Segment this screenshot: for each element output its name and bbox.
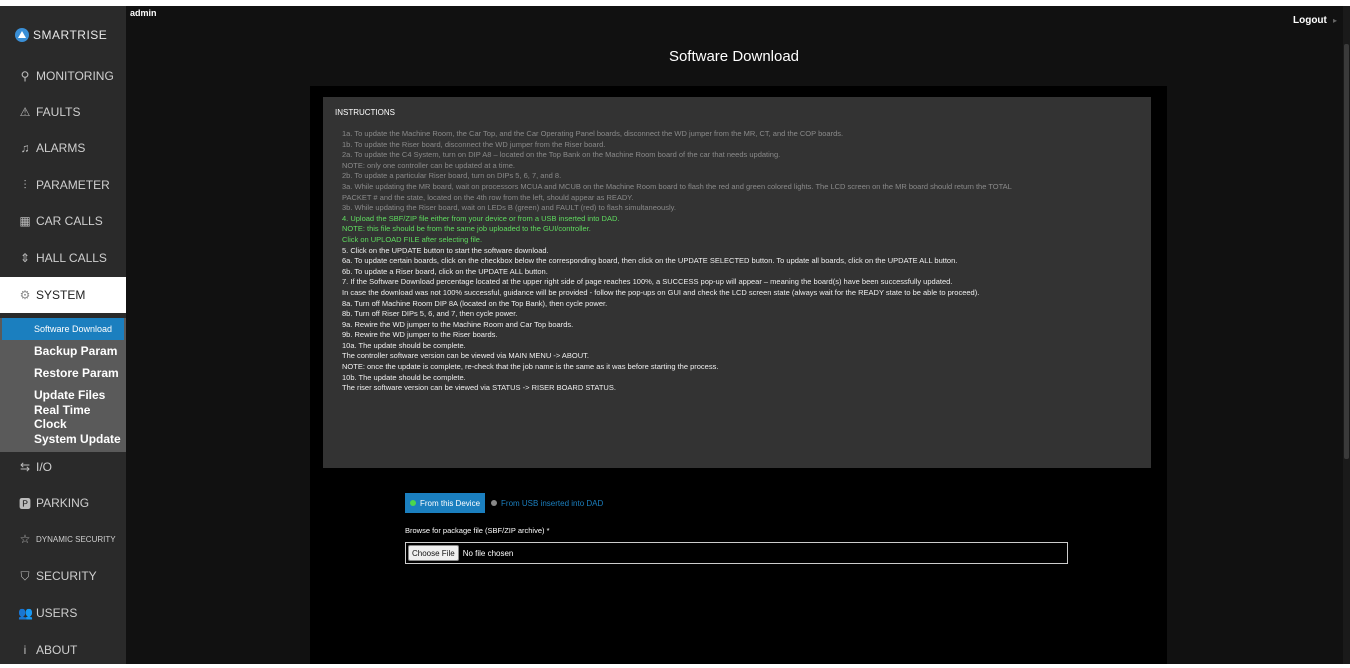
sidebar-item-system[interactable]: ⚙ SYSTEM — [0, 277, 126, 313]
sidebar-item-monitoring[interactable]: ⚲ MONITORING — [0, 58, 126, 94]
source-device-button[interactable]: From this Device — [405, 493, 486, 513]
up-down-icon: ⇕ — [19, 251, 31, 265]
instruction-line: 2a. To update the C4 System, turn on DIP… — [342, 150, 781, 160]
sidebar: SMARTRISE ⚲ MONITORING ⚠ FAULTS ♫ ALARMS ⫶ PARA… — [0, 6, 126, 664]
sidebar-item-about[interactable]: i ABOUT — [0, 632, 126, 668]
submenu-item-backup-param[interactable]: Backup Param — [0, 340, 126, 362]
source-device-label: From this Device — [420, 498, 481, 508]
sidebar-item-faults[interactable]: ⚠ FAULTS — [0, 94, 126, 130]
sidebar-item-car-calls[interactable]: ▦ CAR CALLS — [0, 203, 126, 239]
star-icon: ☆ — [19, 532, 31, 546]
sidebar-item-dynamic-security[interactable]: ☆ DYNAMIC SECURITY — [0, 521, 126, 557]
app-frame: SMARTRISE ⚲ MONITORING ⚠ FAULTS ♫ ALARMS ⫶ PARA… — [0, 6, 1350, 664]
submenu-item-real-time-clock[interactable]: Real Time Clock — [0, 403, 126, 431]
shield-icon: ⛉ — [20, 568, 30, 583]
search-icon: ⚲ — [20, 69, 30, 83]
instruction-line: PACKET # and the state, located on the 4… — [342, 192, 634, 202]
sidebar-item-i-o[interactable]: ⇆ I/O — [0, 449, 126, 485]
instruction-line: 7. If the Software Download percentage l… — [342, 277, 953, 287]
instruction-line: 2b. To update a particular Riser board, … — [342, 171, 562, 181]
sidebar-item-parameter[interactable]: ⫶ PARAMETER — [0, 167, 126, 203]
sidebar-item-label: I/O — [36, 460, 53, 474]
radio-selected-icon — [410, 500, 416, 506]
sidebar-item-hall-calls[interactable]: ⇕ HALL CALLS — [0, 240, 126, 276]
caret-down-icon: ▸ — [1333, 16, 1338, 25]
sidebar-item-label: FAULTS — [36, 105, 81, 119]
submenu-item-restore-param[interactable]: Restore Param — [0, 362, 126, 384]
instruction-line: NOTE: this file should be from the same … — [342, 224, 591, 234]
sidebar-item-label: CAR CALLS — [36, 214, 103, 228]
sidebar-item-users[interactable]: 👥 USERS — [0, 595, 126, 631]
submenu-item-system-update[interactable]: System Update — [0, 428, 126, 450]
instruction-line: 9a. Rewire the WD jumper to the Machine … — [342, 319, 574, 329]
choose-file-button[interactable]: Choose File — [408, 545, 459, 561]
file-field-label: Browse for package file (SBF/ZIP archive… — [405, 526, 550, 535]
upload-source-selector: From this Device From USB inserted into … — [405, 493, 603, 513]
users-icon: 👥 — [18, 606, 33, 620]
page-title: Software Download — [668, 48, 800, 65]
instructions-heading: INSTRUCTIONS — [335, 108, 395, 117]
logo-mark-icon — [15, 28, 29, 42]
instruction-line: 8b. Turn off Riser DIPs 5, 6, and 7, the… — [342, 309, 518, 319]
instruction-line: 5. Click on the UPDATE button to start t… — [342, 245, 549, 255]
file-status: No file chosen — [462, 548, 514, 558]
sidebar-item-label: ABOUT — [36, 643, 78, 657]
sidebar-item-label: SYSTEM — [36, 288, 86, 302]
sidebar-item-label: PARKING — [36, 496, 90, 510]
instruction-line: 9b. Rewire the WD jumper to the Riser bo… — [342, 330, 498, 340]
sidebar-item-label: ALARMS — [36, 141, 86, 155]
sidebar-item-label: USERS — [36, 606, 78, 620]
sidebar-item-label: DYNAMIC SECURITY — [36, 534, 116, 544]
current-user: admin — [130, 8, 157, 18]
instruction-line: 8a. Turn off Machine Room DIP 8A (locate… — [342, 298, 608, 308]
swap-icon: ⇆ — [19, 460, 31, 474]
instruction-line: 10b. The update should be complete. — [342, 372, 466, 382]
sidebar-item-label: MONITORING — [36, 69, 114, 83]
instruction-line: The riser software version can be viewed… — [342, 383, 616, 393]
sidebar-item-parking[interactable]: 🅿 PARKING — [0, 485, 126, 521]
instruction-line: 10a. The update should be complete. — [342, 340, 466, 350]
file-input[interactable]: Choose File No file chosen — [405, 542, 1068, 564]
instruction-line: 1a. To update the Machine Room, the Car … — [342, 129, 844, 138]
source-usb-option[interactable]: From USB inserted into DAD — [491, 499, 603, 508]
sidebar-item-label: PARAMETER — [36, 178, 110, 192]
sidebar-item-security[interactable]: ⛉ SECURITY — [0, 558, 126, 594]
brand-name: SMARTRISE — [33, 28, 108, 42]
instruction-line: 3b. While updating the Riser board, wait… — [342, 203, 676, 213]
instruction-line: 6a. To update certain boards, click on t… — [342, 256, 958, 266]
gear-icon: ⚙ — [19, 288, 31, 302]
bell-icon: ♫ — [20, 141, 30, 155]
sidebar-item-label: SECURITY — [36, 569, 97, 583]
instruction-line: In case the download was not 100% succes… — [342, 287, 980, 297]
instruction-line: 3a. While updating the MR board, wait on… — [342, 181, 1012, 191]
source-usb-label: From USB inserted into DAD — [501, 498, 604, 508]
elevator-panel-icon: ▦ — [19, 214, 31, 228]
instruction-line: 4. Upload the SBF/ZIP file either from y… — [342, 213, 620, 223]
sliders-icon: ⫶ — [23, 177, 27, 192]
instruction-line: Click on UPLOAD FILE after selecting fil… — [342, 234, 483, 244]
radio-unselected-icon — [491, 500, 498, 506]
brand-logo: SMARTRISE — [15, 26, 121, 44]
system-submenu: Software Download Backup Param Restore Par… — [0, 318, 126, 452]
instruction-line: 6b. To update a Riser board, click on th… — [342, 266, 548, 276]
info-icon: i — [23, 643, 27, 657]
logout-button[interactable]: Logout — [1293, 15, 1327, 26]
instruction-line: The controller software version can be v… — [342, 351, 589, 361]
parking-icon: 🅿 — [18, 496, 31, 511]
sidebar-item-label: HALL CALLS — [36, 251, 107, 265]
instruction-line: NOTE: only one controller can be updated… — [342, 160, 516, 170]
sidebar-item-alarms[interactable]: ♫ ALARMS — [0, 130, 126, 166]
warning-icon: ⚠ — [19, 105, 31, 119]
instruction-line: 1b. To update the Riser board, disconnec… — [342, 139, 606, 149]
submenu-item-software-download[interactable]: Software Download — [2, 318, 124, 340]
instruction-line: NOTE: once the update is complete, re-ch… — [342, 362, 719, 372]
scrollbar-thumb[interactable] — [1344, 44, 1349, 459]
instructions-panel: INSTRUCTIONS 1a. To update the Machine R… — [323, 97, 1151, 468]
